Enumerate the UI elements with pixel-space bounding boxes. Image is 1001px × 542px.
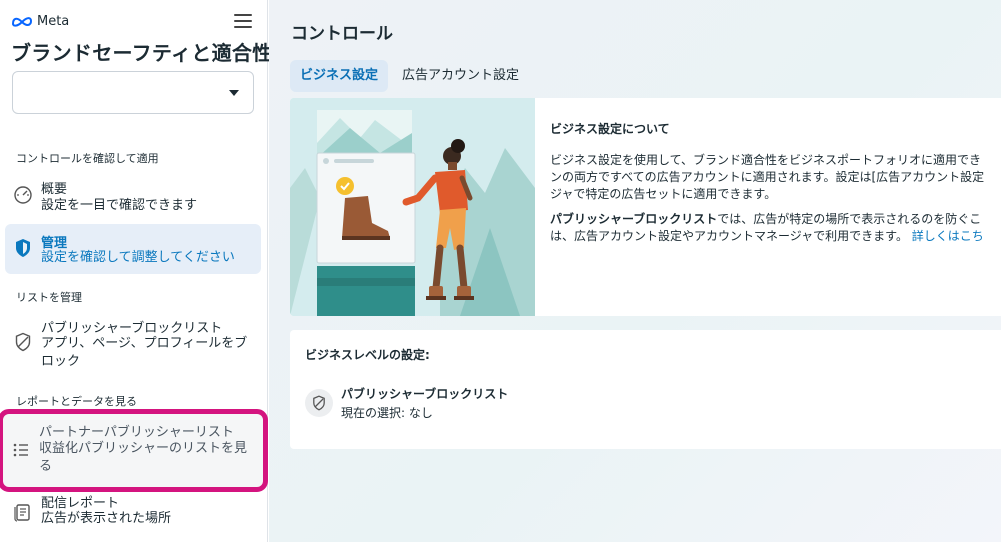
shield-slash-icon	[313, 395, 325, 411]
tab-business-settings[interactable]: ビジネス設定	[290, 60, 389, 92]
business-settings-info-card: ビジネス設定について ビジネス設定を使用して、ブランド適合性をビジネスポートフォ…	[290, 98, 1001, 316]
sidebar-item-subtitle: 収益化パブリッシャーのリストを見る	[39, 441, 248, 474]
sidebar-item-subtitle: アプリ、ページ、プロフィールをブロック	[41, 336, 248, 369]
sidebar-item-title: 配信レポート	[41, 496, 120, 511]
meta-logo-icon	[11, 17, 33, 27]
report-icon	[14, 504, 30, 522]
shield-slash-icon	[15, 332, 31, 352]
business-level-settings-card: ビジネスレベルの設定: パブリッシャーブロックリスト 現在の選択: なし	[290, 330, 1001, 449]
level-icon-wrapper	[305, 389, 333, 417]
level-item-subtitle: 現在の選択: なし	[341, 406, 433, 420]
sidebar-item-subtitle: 広告が表示された場所	[41, 511, 172, 526]
info-text: ビジネス設定について ビジネス設定を使用して、ブランド適合性をビジネスポートフォ…	[550, 120, 1001, 253]
info-paragraph-1: ビジネス設定を使用して、ブランド適合性をビジネスポートフォリオに適用でき ンの両…	[550, 152, 1001, 203]
info-p2-line1: では、広告が特定の場所で表示されるのを防ぐこ	[717, 212, 982, 226]
brand-name: Meta	[37, 13, 70, 29]
info-heading: ビジネス設定について	[550, 122, 670, 136]
hamburger-menu-icon[interactable]	[234, 14, 252, 28]
info-p1-line1: ビジネス設定を使用して、ブランド適合性をビジネスポートフォリオに適用でき	[550, 153, 982, 167]
info-body: ビジネス設定を使用して、ブランド適合性をビジネスポートフォリオに適用でき ンの両…	[550, 152, 1001, 245]
list-icon	[13, 443, 28, 457]
tab-ad-account-settings[interactable]: 広告アカウント設定	[392, 60, 529, 92]
info-p2-bold: パブリッシャーブロックリスト	[550, 212, 718, 226]
section-label-reports: レポートとデータを見る	[16, 395, 137, 408]
sidebar-item-publisher-block-list[interactable]: パブリッシャーブロックリスト アプリ、ページ、プロフィールをブロック	[5, 312, 261, 374]
sidebar-item-title: パブリッシャーブロックリスト	[41, 321, 223, 336]
brand[interactable]: Meta	[11, 13, 69, 29]
main-content: コントロール ビジネス設定 広告アカウント設定 ビジネス設定について ビジネス設…	[269, 0, 1001, 542]
sidebar-item-overview[interactable]: 概要 設定を一目で確認できます	[5, 172, 261, 218]
sidebar-item-title: 概要	[41, 182, 68, 197]
info-p1-line2: ンの両方ですべての広告アカウントに適用されます。設定は[広告アカウント設定	[550, 170, 985, 184]
level-item-title: パブリッシャーブロックリスト	[341, 387, 509, 401]
app-title: ブランドセーフティと適合性	[11, 41, 273, 65]
sidebar-item-partner-publisher-list[interactable]: パートナーパブリッシャーリスト 収益化パブリッシャーのリストを見る	[0, 409, 268, 492]
level-item-publisher-block-list[interactable]: パブリッシャーブロックリスト 現在の選択: なし	[305, 385, 605, 421]
sidebar: Meta ブランドセーフティと適合性 コントロールを確認して適用 概要 設定を一…	[0, 0, 272, 542]
sidebar-item-delivery-report[interactable]: 配信レポート 広告が表示された場所	[5, 490, 261, 536]
chevron-down-icon	[229, 90, 239, 96]
section-label-controls: コントロールを確認して適用	[16, 152, 159, 165]
info-p1-line3: ジャで特定の広告セットに適用できます。	[550, 187, 777, 201]
info-p2-line2: は、広告アカウント設定やアカウントマネージャで利用できます。	[550, 229, 908, 243]
level-heading: ビジネスレベルの設定:	[305, 348, 430, 362]
sidebar-item-manage[interactable]: 管理 設定を確認して調整してください	[5, 224, 261, 274]
gauge-icon	[14, 186, 32, 204]
page-title: コントロール	[291, 24, 393, 44]
shield-icon	[16, 239, 30, 257]
info-paragraph-2: パブリッシャーブロックリストでは、広告が特定の場所で表示されるのを防ぐこ は、広…	[550, 211, 1001, 245]
sidebar-item-subtitle: 設定を一目で確認できます	[41, 198, 198, 213]
sidebar-item-title: パートナーパブリッシャーリスト	[39, 425, 234, 440]
sidebar-item-subtitle: 設定を確認して調整してください	[41, 250, 235, 265]
section-label-lists: リストを管理	[16, 291, 82, 304]
learn-more-link[interactable]: 詳しくはこち	[912, 229, 984, 243]
tab-bar: ビジネス設定 広告アカウント設定	[290, 60, 529, 92]
hiker-boot-illustration	[290, 98, 535, 316]
account-select[interactable]	[12, 71, 254, 114]
